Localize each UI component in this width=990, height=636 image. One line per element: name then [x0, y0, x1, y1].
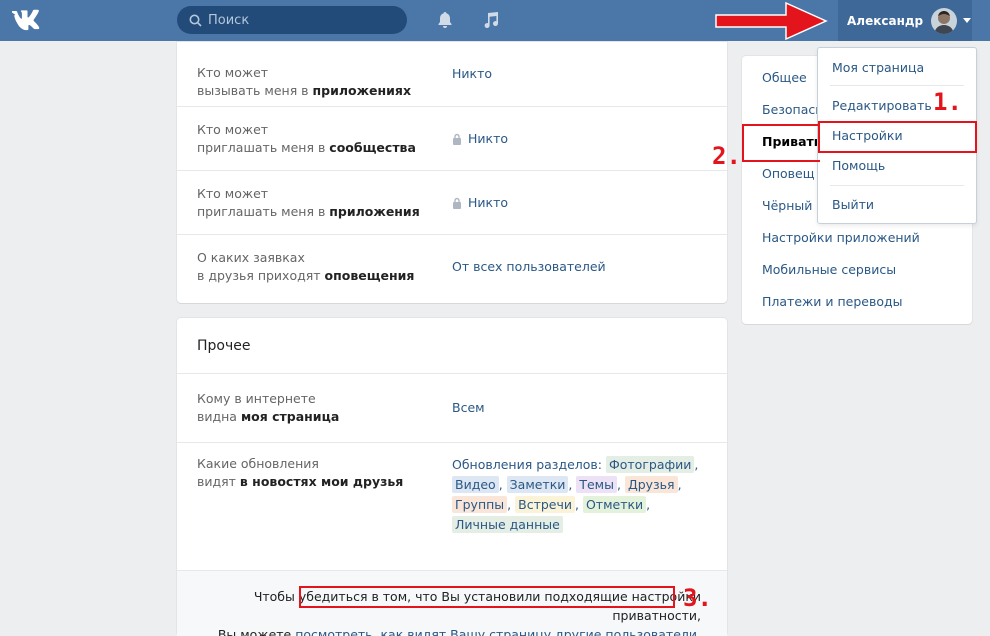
- news-sections-value[interactable]: Обновления разделов: Фотографии, Видео, …: [452, 455, 712, 535]
- dropdown-help[interactable]: Помощь: [832, 158, 885, 173]
- avatar: [931, 7, 958, 34]
- privacy-row: Кто может приглашать меня в сообщества Н…: [177, 106, 727, 170]
- tag: Фотографии: [605, 456, 695, 473]
- section-title: Прочее: [197, 338, 251, 354]
- row-label: Кому в интернете видна моя страница: [197, 391, 340, 424]
- tag: Темы: [576, 476, 617, 493]
- tag: Встречи: [515, 496, 575, 513]
- lock-icon: [453, 133, 461, 145]
- privacy-value-dropdown[interactable]: Никто: [452, 131, 508, 146]
- search-icon: [189, 14, 202, 27]
- privacy-value-dropdown[interactable]: Всем: [452, 400, 485, 415]
- privacy-row: Кому в интернете видна моя страница Всем: [177, 373, 727, 442]
- tag: Друзья: [624, 476, 678, 493]
- annotation-number: 2.: [712, 142, 741, 170]
- menu-item-notifications[interactable]: Оповещ: [762, 166, 815, 181]
- tag: Личные данные: [452, 516, 563, 533]
- privacy-value-dropdown[interactable]: Никто: [452, 66, 492, 81]
- tag: Отметки: [582, 496, 647, 513]
- tag: Видео: [452, 476, 499, 493]
- row-label: О каких заявках в друзья приходят оповещ…: [197, 250, 415, 283]
- menu-item-security[interactable]: Безопасн: [762, 102, 823, 117]
- menu-item-general[interactable]: Общее: [762, 70, 807, 85]
- privacy-value-dropdown[interactable]: Никто: [452, 195, 508, 210]
- row-label: Кто может приглашать меня в сообщества: [197, 122, 416, 155]
- menu-item-blacklist[interactable]: Чёрный с: [762, 198, 823, 213]
- menu-item-payments[interactable]: Платежи и переводы: [762, 294, 903, 309]
- music-icon[interactable]: [481, 10, 501, 30]
- privacy-value-dropdown[interactable]: От всех пользователей: [452, 259, 606, 274]
- search-input[interactable]: Поиск: [177, 6, 407, 34]
- privacy-row: Кто может вызывать меня в приложениях Ни…: [177, 42, 727, 106]
- row-label: Какие обновления видят в новостях мои др…: [197, 456, 404, 489]
- red-arrow-annotation: [715, 1, 828, 41]
- dropdown-logout[interactable]: Выйти: [832, 197, 874, 212]
- profile-menu-button[interactable]: Александр: [838, 0, 972, 41]
- menu-item-mobile[interactable]: Мобильные сервисы: [762, 262, 896, 277]
- highlight-settings: [818, 121, 977, 153]
- privacy-row: Какие обновления видят в новостях мои др…: [177, 442, 727, 570]
- lock-icon: [453, 197, 461, 209]
- user-name: Александр: [847, 13, 924, 28]
- vk-logo-icon[interactable]: [12, 9, 46, 31]
- dropdown-my-page[interactable]: Моя страница: [832, 60, 924, 75]
- dropdown-edit[interactable]: Редактировать: [832, 98, 932, 113]
- bell-icon[interactable]: [435, 10, 455, 30]
- annotation-number: 1.: [933, 88, 962, 116]
- divider: [830, 85, 964, 86]
- top-bar: Поиск Александр: [0, 0, 990, 41]
- menu-item-app-settings[interactable]: Настройки приложений: [762, 230, 920, 245]
- privacy-row: О каких заявках в друзья приходят оповещ…: [177, 234, 727, 303]
- chevron-down-icon: [963, 18, 972, 23]
- row-label: Кто может приглашать меня в приложения: [197, 186, 420, 219]
- tag: Заметки: [506, 476, 569, 493]
- divider: [830, 185, 964, 186]
- privacy-settings-card: Кто может вызывать меня в приложениях Ни…: [177, 42, 727, 303]
- search-placeholder: Поиск: [208, 12, 250, 28]
- privacy-row: Кто может приглашать меня в приложения Н…: [177, 170, 727, 234]
- annotation-number: 3.: [683, 584, 712, 612]
- view-as-others-link[interactable]: посмотреть, как видят Вашу страницу друг…: [295, 627, 697, 636]
- row-label: Кто может вызывать меня в приложениях: [197, 65, 412, 98]
- tag: Группы: [452, 496, 508, 513]
- highlight-privacy: [742, 124, 820, 162]
- highlight-link: [299, 586, 675, 608]
